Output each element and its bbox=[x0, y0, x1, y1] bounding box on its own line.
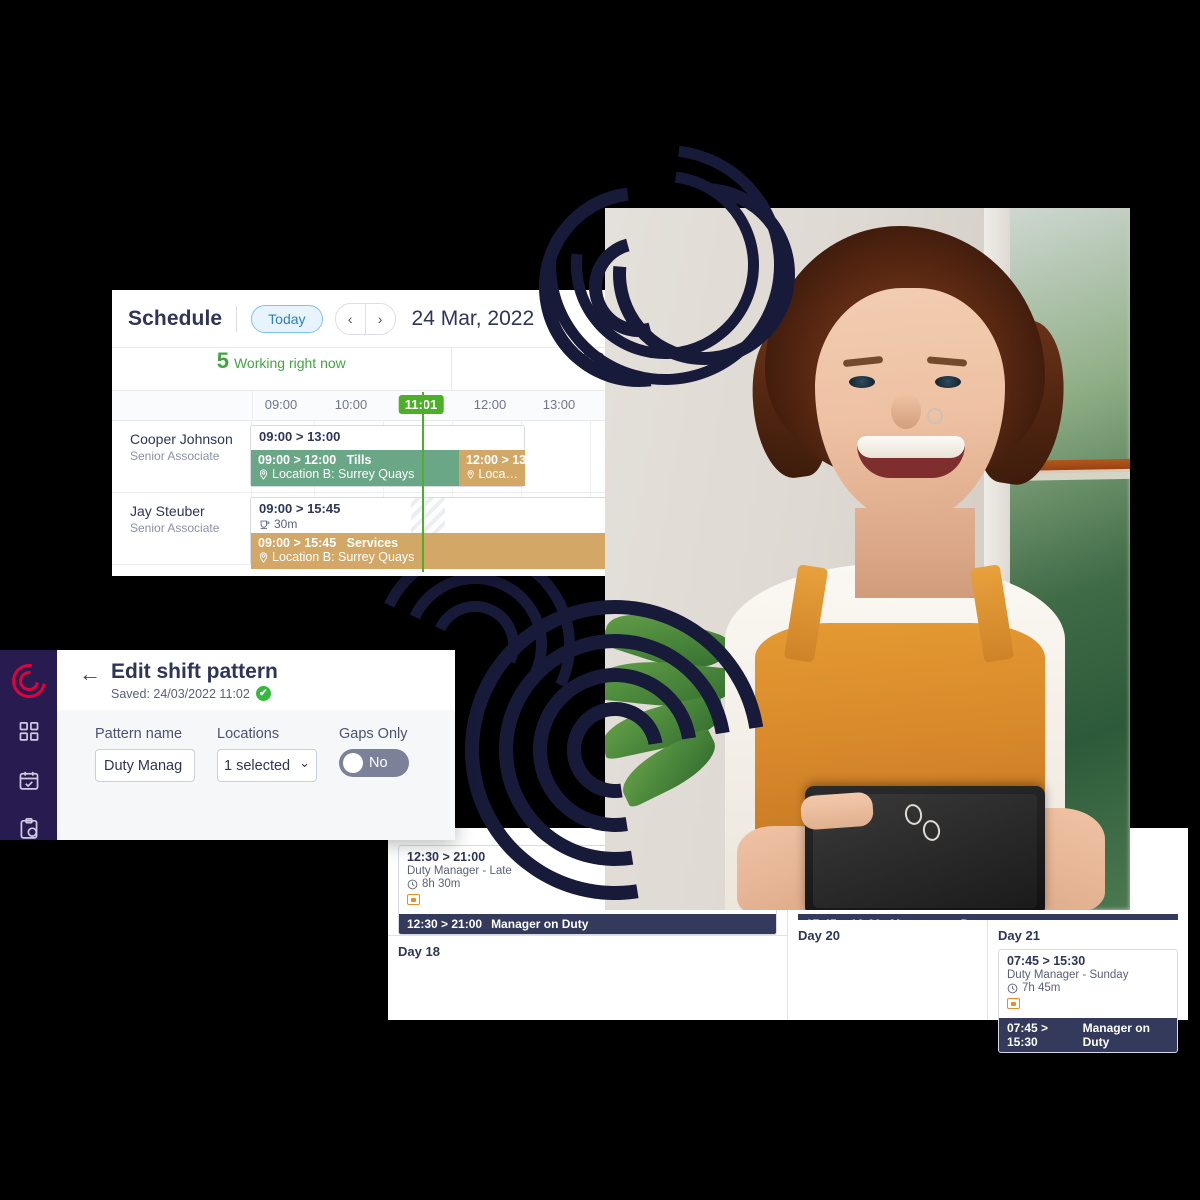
pattern-name-label: Pattern name bbox=[95, 726, 183, 742]
edit-shift-pattern-window-top: ← Edit shift pattern Saved: 24/03/2022 1… bbox=[0, 650, 455, 840]
calendar-check-icon[interactable] bbox=[16, 769, 42, 792]
footer-time: 07:45 > 15:30 bbox=[1007, 1021, 1049, 1049]
day-cell-day21[interactable]: Day 21 07:45 > 15:30 Duty Manager - Sund… bbox=[988, 920, 1188, 1053]
footer-label: Manager on Duty bbox=[491, 917, 589, 931]
card-footer: 12:30 > 21:00 Manager on Duty bbox=[399, 914, 776, 934]
day-label: Day 18 bbox=[398, 944, 440, 959]
dashboard-icon[interactable] bbox=[16, 720, 42, 743]
brand-logo-icon[interactable] bbox=[4, 657, 53, 705]
chevron-down-icon: ⌄ bbox=[299, 754, 310, 770]
saved-text: Saved: 24/03/2022 11:02 bbox=[111, 686, 250, 701]
card-duration-row: 8h 30m bbox=[399, 877, 776, 890]
card-badges bbox=[999, 994, 1177, 1018]
card-role: Duty Manager - Late bbox=[407, 865, 512, 877]
gaps-only-label: Gaps Only bbox=[339, 726, 408, 742]
card-footer: 07:45 > 15:30 Manager on Duty bbox=[999, 1018, 1177, 1052]
gaps-only-value: No bbox=[369, 755, 388, 771]
pattern-name-input[interactable] bbox=[95, 749, 195, 782]
clock-icon bbox=[407, 879, 418, 889]
edit-pattern-form: Pattern name Locations 1 selected ⌄ Gaps… bbox=[57, 710, 455, 782]
day-label: Day 21 bbox=[998, 928, 1040, 943]
card-badges bbox=[399, 890, 776, 914]
day-shift-card[interactable]: 07:45 > 15:30 Duty Manager - Sunday 7h 4… bbox=[998, 949, 1178, 1053]
locations-label: Locations bbox=[217, 726, 280, 742]
back-arrow-icon[interactable]: ← bbox=[79, 663, 101, 685]
saved-status: Saved: 24/03/2022 11:02 ✔ bbox=[111, 686, 278, 701]
stat-working-total-label: Working bbox=[609, 355, 662, 371]
gaps-only-toggle[interactable]: No bbox=[339, 749, 409, 777]
edit-pattern-header: ← Edit shift pattern Saved: 24/03/2022 1… bbox=[57, 650, 455, 710]
edit-pattern-main: ← Edit shift pattern Saved: 24/03/2022 1… bbox=[57, 650, 455, 840]
edit-pattern-title: Edit shift pattern bbox=[111, 660, 278, 683]
axis-tick: 14:00 bbox=[611, 397, 645, 412]
card-time: 12:30 > 21:00 bbox=[407, 850, 486, 864]
app-sidebar bbox=[0, 650, 57, 840]
locations-value: 1 selected bbox=[224, 757, 291, 774]
day-shift-card[interactable]: 12:30 > 21:00 Duty Manager - Late 8h 30m… bbox=[398, 845, 777, 935]
day-cell-day20[interactable]: Day 20 bbox=[788, 920, 988, 1020]
shift-type-icon bbox=[407, 894, 420, 905]
card-time: 07:45 > 15:30 bbox=[1007, 954, 1086, 968]
toggle-knob bbox=[343, 753, 363, 773]
card-duration-row: 7h 45m bbox=[999, 981, 1177, 994]
clipboard-clock-icon[interactable] bbox=[16, 817, 42, 840]
card-duration: 7h 45m bbox=[1022, 982, 1061, 994]
card-role: Duty Manager - Sunday bbox=[1007, 969, 1129, 981]
schedule-window-clip bbox=[112, 290, 605, 576]
locations-select[interactable]: 1 selected ⌄ bbox=[217, 749, 317, 782]
clock-icon bbox=[1007, 983, 1018, 993]
field-pattern-name: Pattern name bbox=[95, 726, 195, 782]
field-gaps-only: Gaps Only No bbox=[339, 726, 409, 782]
day-cell[interactable]: 12:30 > 21:00 Duty Manager - Late 8h 30m… bbox=[388, 828, 788, 936]
footer-time: 12:30 > 21:00 bbox=[407, 917, 483, 931]
day-label: Day 20 bbox=[798, 928, 840, 943]
axis-tick: 15:00 bbox=[680, 397, 714, 412]
card-duration: 8h 30m bbox=[422, 878, 461, 890]
footer-label: Manager on Duty bbox=[1082, 1021, 1150, 1049]
page-root: Schedule Today ‹ › 24 Mar, 2022 5 Workin… bbox=[0, 0, 1200, 1200]
shift-type-icon bbox=[1007, 998, 1020, 1009]
field-locations: Locations 1 selected ⌄ bbox=[217, 726, 317, 782]
saved-check-icon: ✔ bbox=[255, 686, 271, 701]
axis-tick: 16:00 bbox=[749, 397, 783, 412]
day-cell[interactable]: Day 18 bbox=[388, 936, 788, 1020]
